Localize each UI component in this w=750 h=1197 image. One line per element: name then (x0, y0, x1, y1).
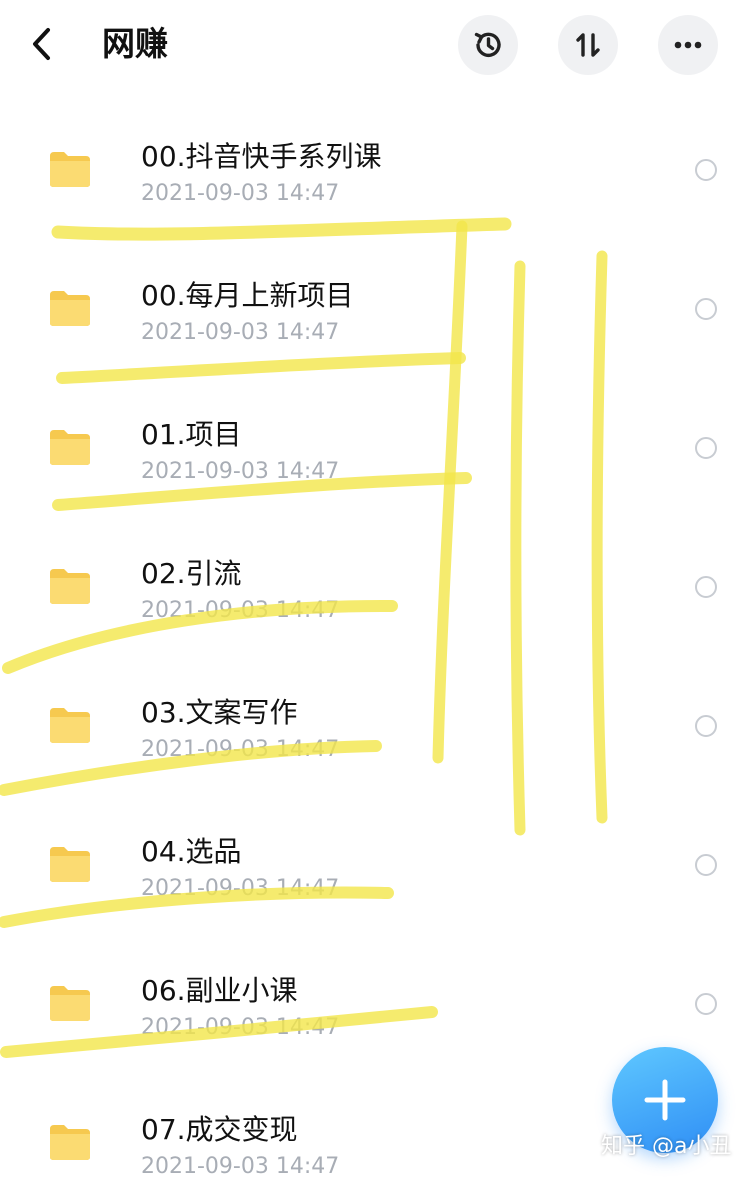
select-radio[interactable] (695, 159, 717, 181)
sort-icon (576, 33, 600, 57)
back-button[interactable] (22, 22, 62, 66)
file-name: 00.每月上新项目 (141, 279, 354, 312)
select-radio[interactable] (695, 993, 717, 1015)
folder-icon (50, 847, 90, 882)
file-name: 03.文案写作 (141, 696, 298, 729)
sort-button[interactable] (558, 15, 618, 75)
file-name: 07.成交变现 (141, 1113, 298, 1146)
folder-icon (50, 1125, 90, 1160)
more-button[interactable] (658, 15, 718, 75)
back-icon (33, 28, 50, 60)
select-radio[interactable] (695, 576, 717, 598)
file-date: 2021-09-03 14:47 (141, 737, 340, 762)
file-name: 00.抖音快手系列课 (141, 140, 382, 173)
folder-icon (50, 708, 90, 743)
folder-icon (50, 291, 90, 326)
file-name: 02.引流 (141, 557, 242, 590)
file-row[interactable]: 02.引流 2021-09-03 14:47 (0, 502, 750, 641)
folder-icon (50, 569, 90, 604)
more-icon (674, 41, 702, 49)
select-radio[interactable] (695, 298, 717, 320)
file-date: 2021-09-03 14:47 (141, 320, 340, 345)
file-date: 2021-09-03 14:47 (141, 181, 340, 206)
file-name: 06.副业小课 (141, 974, 298, 1007)
file-row[interactable]: 00.每月上新项目 2021-09-03 14:47 (0, 224, 750, 363)
page-title: 网赚 (102, 24, 168, 63)
select-radio[interactable] (695, 715, 717, 737)
top-bar: 网赚 (0, 0, 750, 90)
folder-icon (50, 152, 90, 187)
file-row[interactable]: 03.文案写作 2021-09-03 14:47 (0, 641, 750, 780)
plus-icon (644, 1079, 686, 1121)
file-name: 01.项目 (141, 418, 242, 451)
folder-icon (50, 430, 90, 465)
file-date: 2021-09-03 14:47 (141, 1015, 340, 1040)
file-row[interactable]: 01.项目 2021-09-03 14:47 (0, 363, 750, 502)
folder-icon (50, 986, 90, 1021)
file-list: 00.抖音快手系列课 2021-09-03 14:47 00.每月上新项目 20… (0, 85, 750, 1197)
file-date: 2021-09-03 14:47 (141, 1154, 340, 1179)
file-date: 2021-09-03 14:47 (141, 876, 340, 901)
watermark: 知乎 @a小丑 (601, 1134, 732, 1159)
select-radio[interactable] (695, 437, 717, 459)
history-icon (474, 32, 501, 57)
file-date: 2021-09-03 14:47 (141, 598, 340, 623)
file-date: 2021-09-03 14:47 (141, 459, 340, 484)
file-row[interactable]: 00.抖音快手系列课 2021-09-03 14:47 (0, 85, 750, 224)
file-name: 04.选品 (141, 835, 242, 868)
file-row[interactable]: 06.副业小课 2021-09-03 14:47 (0, 919, 750, 1058)
file-row[interactable]: 04.选品 2021-09-03 14:47 (0, 780, 750, 919)
select-radio[interactable] (695, 854, 717, 876)
history-button[interactable] (458, 15, 518, 75)
